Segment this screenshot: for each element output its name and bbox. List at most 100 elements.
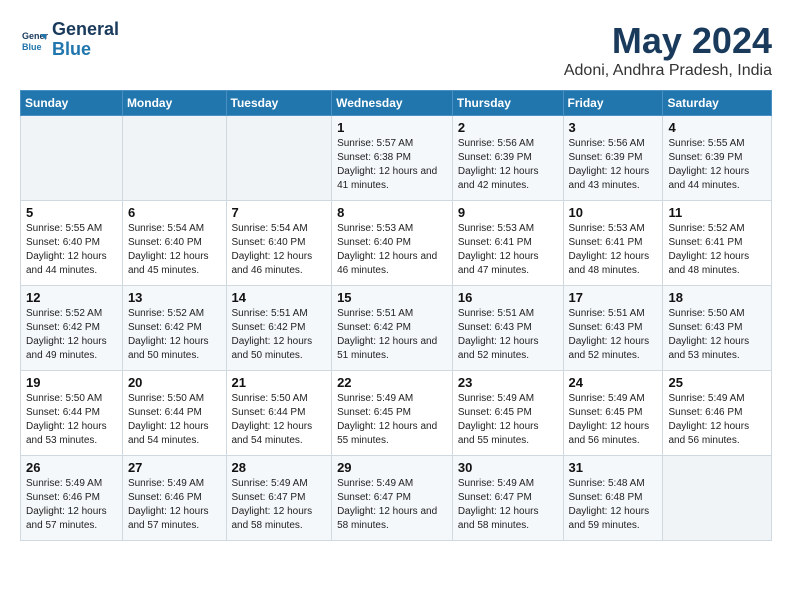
day-cell: 7 Sunrise: 5:54 AM Sunset: 6:40 PM Daylig… (226, 201, 332, 286)
calendar-header: SundayMondayTuesdayWednesdayThursdayFrid… (21, 91, 772, 116)
calendar-subtitle: Adoni, Andhra Pradesh, India (564, 62, 772, 80)
day-cell: 13Sunrise: 5:52 AM Sunset: 6:42 PM Dayli… (122, 286, 226, 371)
day-number: 30 (458, 460, 558, 475)
day-cell: 26 Sunrise: 5:49 AM Sunset: 6:46 PM Dayli… (21, 456, 123, 541)
column-header-tuesday: Tuesday (226, 91, 332, 116)
day-info: Sunrise: 5:50 AM Sunset: 6:44 PM Dayligh… (232, 392, 327, 448)
day-cell: 18Sunrise: 5:50 AM Sunset: 6:43 PM Dayli… (663, 286, 772, 371)
day-number: 14 (232, 290, 327, 305)
day-info: Sunrise: 5:49 AM Sunset: 6:46 PM Dayligh… (128, 477, 221, 533)
day-info: Sunrise: 5:51 AM Sunset: 6:42 PM Dayligh… (337, 307, 447, 363)
day-info: Sunrise: 5:51 AM Sunset: 6:42 PM Dayligh… (232, 307, 327, 363)
day-cell (21, 116, 123, 201)
day-number: 19 (26, 375, 117, 390)
header-row: SundayMondayTuesdayWednesdayThursdayFrid… (21, 91, 772, 116)
day-info: Sunrise: 5:50 AM Sunset: 6:44 PM Dayligh… (26, 392, 117, 448)
column-header-sunday: Sunday (21, 91, 123, 116)
day-info: Sunrise: 5:54 AM Sunset: 6:40 PM Dayligh… (232, 222, 327, 278)
day-cell: 19 Sunrise: 5:50 AM Sunset: 6:44 PM Dayli… (21, 371, 123, 456)
day-number: 3 (569, 120, 658, 135)
day-info: Sunrise: 5:51 AM Sunset: 6:43 PM Dayligh… (569, 307, 658, 363)
day-number: 24 (569, 375, 658, 390)
day-info: Sunrise: 5:49 AM Sunset: 6:46 PM Dayligh… (668, 392, 766, 448)
svg-text:Blue: Blue (22, 42, 42, 52)
day-number: 18 (668, 290, 766, 305)
day-number: 22 (337, 375, 447, 390)
day-info: Sunrise: 5:53 AM Sunset: 6:41 PM Dayligh… (569, 222, 658, 278)
day-cell: 1Sunrise: 5:57 AM Sunset: 6:38 PM Daylig… (332, 116, 453, 201)
day-info: Sunrise: 5:54 AM Sunset: 6:40 PM Dayligh… (128, 222, 221, 278)
day-number: 27 (128, 460, 221, 475)
day-info: Sunrise: 5:53 AM Sunset: 6:40 PM Dayligh… (337, 222, 447, 278)
day-cell: 11 Sunrise: 5:52 AM Sunset: 6:41 PM Dayli… (663, 201, 772, 286)
day-number: 25 (668, 375, 766, 390)
day-number: 29 (337, 460, 447, 475)
day-info: Sunrise: 5:52 AM Sunset: 6:42 PM Dayligh… (128, 307, 221, 363)
column-header-saturday: Saturday (663, 91, 772, 116)
day-cell: 29Sunrise: 5:49 AM Sunset: 6:47 PM Dayli… (332, 456, 453, 541)
day-info: Sunrise: 5:49 AM Sunset: 6:45 PM Dayligh… (458, 392, 558, 448)
calendar-body: 1Sunrise: 5:57 AM Sunset: 6:38 PM Daylig… (21, 116, 772, 541)
day-number: 8 (337, 205, 447, 220)
day-info: Sunrise: 5:49 AM Sunset: 6:46 PM Dayligh… (26, 477, 117, 533)
day-number: 7 (232, 205, 327, 220)
day-info: Sunrise: 5:56 AM Sunset: 6:39 PM Dayligh… (458, 137, 558, 193)
day-cell: 15 Sunrise: 5:51 AM Sunset: 6:42 PM Dayli… (332, 286, 453, 371)
day-cell: 23 Sunrise: 5:49 AM Sunset: 6:45 PM Dayli… (452, 371, 563, 456)
day-number: 12 (26, 290, 117, 305)
column-header-wednesday: Wednesday (332, 91, 453, 116)
week-row-3: 12 Sunrise: 5:52 AM Sunset: 6:42 PM Dayli… (21, 286, 772, 371)
logo-text-blue: Blue (52, 39, 91, 59)
day-number: 15 (337, 290, 447, 305)
day-number: 26 (26, 460, 117, 475)
day-info: Sunrise: 5:48 AM Sunset: 6:48 PM Dayligh… (569, 477, 658, 533)
week-row-1: 1Sunrise: 5:57 AM Sunset: 6:38 PM Daylig… (21, 116, 772, 201)
day-cell (663, 456, 772, 541)
calendar-table: SundayMondayTuesdayWednesdayThursdayFrid… (20, 90, 772, 541)
day-info: Sunrise: 5:52 AM Sunset: 6:41 PM Dayligh… (668, 222, 766, 278)
day-info: Sunrise: 5:50 AM Sunset: 6:44 PM Dayligh… (128, 392, 221, 448)
column-header-thursday: Thursday (452, 91, 563, 116)
day-number: 20 (128, 375, 221, 390)
day-cell: 24 Sunrise: 5:49 AM Sunset: 6:45 PM Dayli… (563, 371, 663, 456)
day-info: Sunrise: 5:55 AM Sunset: 6:40 PM Dayligh… (26, 222, 117, 278)
day-cell: 10 Sunrise: 5:53 AM Sunset: 6:41 PM Dayli… (563, 201, 663, 286)
day-number: 31 (569, 460, 658, 475)
column-header-monday: Monday (122, 91, 226, 116)
day-info: Sunrise: 5:51 AM Sunset: 6:43 PM Dayligh… (458, 307, 558, 363)
day-cell: 16Sunrise: 5:51 AM Sunset: 6:43 PM Dayli… (452, 286, 563, 371)
day-cell (122, 116, 226, 201)
day-info: Sunrise: 5:53 AM Sunset: 6:41 PM Dayligh… (458, 222, 558, 278)
day-number: 10 (569, 205, 658, 220)
day-info: Sunrise: 5:49 AM Sunset: 6:45 PM Dayligh… (337, 392, 447, 448)
day-cell: 6Sunrise: 5:54 AM Sunset: 6:40 PM Daylig… (122, 201, 226, 286)
day-cell: 2Sunrise: 5:56 AM Sunset: 6:39 PM Daylig… (452, 116, 563, 201)
page-header: General Blue General Blue May 2024 Adoni… (20, 20, 772, 80)
logo-icon: General Blue (20, 26, 48, 54)
day-cell (226, 116, 332, 201)
day-cell: 5Sunrise: 5:55 AM Sunset: 6:40 PM Daylig… (21, 201, 123, 286)
day-cell: 21 Sunrise: 5:50 AM Sunset: 6:44 PM Dayli… (226, 371, 332, 456)
column-header-friday: Friday (563, 91, 663, 116)
day-cell: 14 Sunrise: 5:51 AM Sunset: 6:42 PM Dayli… (226, 286, 332, 371)
day-number: 21 (232, 375, 327, 390)
day-number: 1 (337, 120, 447, 135)
day-number: 17 (569, 290, 658, 305)
day-info: Sunrise: 5:56 AM Sunset: 6:39 PM Dayligh… (569, 137, 658, 193)
day-cell: 28Sunrise: 5:49 AM Sunset: 6:47 PM Dayli… (226, 456, 332, 541)
day-number: 11 (668, 205, 766, 220)
day-cell: 22 Sunrise: 5:49 AM Sunset: 6:45 PM Dayli… (332, 371, 453, 456)
day-info: Sunrise: 5:49 AM Sunset: 6:45 PM Dayligh… (569, 392, 658, 448)
week-row-4: 19 Sunrise: 5:50 AM Sunset: 6:44 PM Dayli… (21, 371, 772, 456)
day-cell: 9Sunrise: 5:53 AM Sunset: 6:41 PM Daylig… (452, 201, 563, 286)
day-cell: 17 Sunrise: 5:51 AM Sunset: 6:43 PM Dayli… (563, 286, 663, 371)
day-number: 23 (458, 375, 558, 390)
week-row-2: 5Sunrise: 5:55 AM Sunset: 6:40 PM Daylig… (21, 201, 772, 286)
day-info: Sunrise: 5:52 AM Sunset: 6:42 PM Dayligh… (26, 307, 117, 363)
logo-text-general: General (52, 19, 119, 39)
day-number: 4 (668, 120, 766, 135)
day-cell: 27 Sunrise: 5:49 AM Sunset: 6:46 PM Dayli… (122, 456, 226, 541)
logo: General Blue General Blue (20, 20, 119, 60)
day-info: Sunrise: 5:49 AM Sunset: 6:47 PM Dayligh… (458, 477, 558, 533)
day-cell: 12 Sunrise: 5:52 AM Sunset: 6:42 PM Dayli… (21, 286, 123, 371)
